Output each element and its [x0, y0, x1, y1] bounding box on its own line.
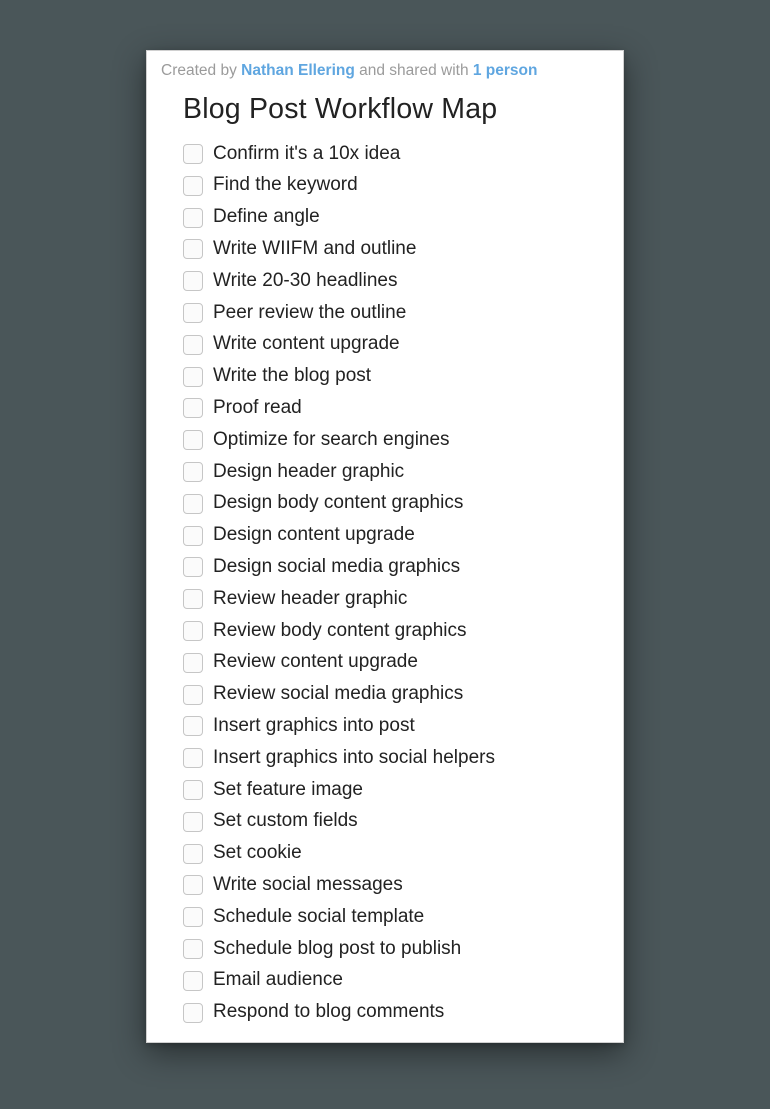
checklist-item-label[interactable]: Insert graphics into social helpers	[213, 747, 495, 770]
checklist-item-label[interactable]: Design header graphic	[213, 461, 404, 484]
checklist-item-label[interactable]: Review header graphic	[213, 588, 407, 611]
checklist-item: Find the keyword	[183, 170, 603, 202]
checkbox[interactable]	[183, 685, 203, 705]
checklist-item: Respond to blog comments	[183, 997, 603, 1029]
checklist-item: Review body content graphics	[183, 615, 603, 647]
checklist: Confirm it's a 10x idea Find the keyword D…	[147, 136, 623, 1028]
checkbox[interactable]	[183, 907, 203, 927]
checklist-item: Schedule blog post to publish	[183, 933, 603, 965]
checklist-item-label[interactable]: Design body content graphics	[213, 492, 463, 515]
checkbox[interactable]	[183, 812, 203, 832]
checklist-item-label[interactable]: Set custom fields	[213, 810, 358, 833]
checklist-item: Write the blog post	[183, 361, 603, 393]
checklist-item: Review social media graphics	[183, 679, 603, 711]
checkbox[interactable]	[183, 589, 203, 609]
checklist-item: Review header graphic	[183, 583, 603, 615]
checklist-item-label[interactable]: Write the blog post	[213, 365, 371, 388]
checkbox[interactable]	[183, 144, 203, 164]
checkbox[interactable]	[183, 1003, 203, 1023]
checklist-item-label[interactable]: Review body content graphics	[213, 620, 466, 643]
sharing-meta: Created by Nathan Ellering and shared wi…	[147, 51, 623, 87]
checklist-item: Design content upgrade	[183, 520, 603, 552]
checklist-item: Set cookie	[183, 838, 603, 870]
checklist-item-label[interactable]: Respond to blog comments	[213, 1001, 444, 1024]
checkbox[interactable]	[183, 526, 203, 546]
checklist-item-label[interactable]: Review content upgrade	[213, 651, 418, 674]
checkbox[interactable]	[183, 780, 203, 800]
checklist-item-label[interactable]: Design social media graphics	[213, 556, 460, 579]
checklist-item: Set custom fields	[183, 806, 603, 838]
meta-middle: and shared with	[355, 62, 473, 79]
checklist-item: Optimize for search engines	[183, 424, 603, 456]
checklist-item: Design social media graphics	[183, 552, 603, 584]
checklist-item: Write 20-30 headlines	[183, 265, 603, 297]
checklist-item-label[interactable]: Peer review the outline	[213, 302, 406, 325]
checklist-item-label[interactable]: Set cookie	[213, 842, 302, 865]
checklist-item: Email audience	[183, 965, 603, 997]
checkbox[interactable]	[183, 176, 203, 196]
checklist-item-label[interactable]: Write social messages	[213, 874, 403, 897]
checkbox[interactable]	[183, 875, 203, 895]
checklist-item: Review content upgrade	[183, 647, 603, 679]
checklist-item-label[interactable]: Optimize for search engines	[213, 429, 450, 452]
checkbox[interactable]	[183, 462, 203, 482]
checklist-item-label[interactable]: Email audience	[213, 969, 343, 992]
checklist-item: Design body content graphics	[183, 488, 603, 520]
checklist-item: Insert graphics into post	[183, 710, 603, 742]
checkbox[interactable]	[183, 430, 203, 450]
checklist-item-label[interactable]: Write WIIFM and outline	[213, 238, 416, 261]
checklist-item: Define angle	[183, 202, 603, 234]
checklist-item-label[interactable]: Set feature image	[213, 779, 363, 802]
checklist-item: Design header graphic	[183, 456, 603, 488]
checkbox[interactable]	[183, 303, 203, 323]
note-title[interactable]: Blog Post Workflow Map	[147, 87, 623, 136]
checklist-item-label[interactable]: Write content upgrade	[213, 333, 400, 356]
author-link[interactable]: Nathan Ellering	[241, 62, 355, 79]
checkbox[interactable]	[183, 398, 203, 418]
checkbox[interactable]	[183, 748, 203, 768]
checklist-item: Proof read	[183, 393, 603, 425]
checklist-item-label[interactable]: Review social media graphics	[213, 683, 463, 706]
checklist-item-label[interactable]: Proof read	[213, 397, 302, 420]
checkbox[interactable]	[183, 971, 203, 991]
checklist-item-label[interactable]: Find the keyword	[213, 174, 358, 197]
checkbox[interactable]	[183, 557, 203, 577]
checkbox[interactable]	[183, 208, 203, 228]
checklist-item: Write WIIFM and outline	[183, 234, 603, 266]
checkbox[interactable]	[183, 653, 203, 673]
checklist-item-label[interactable]: Define angle	[213, 206, 320, 229]
checklist-item: Schedule social template	[183, 901, 603, 933]
checkbox[interactable]	[183, 716, 203, 736]
checkbox[interactable]	[183, 939, 203, 959]
note-card: Created by Nathan Ellering and shared wi…	[146, 50, 624, 1043]
checkbox[interactable]	[183, 844, 203, 864]
checklist-item: Insert graphics into social helpers	[183, 742, 603, 774]
checkbox[interactable]	[183, 621, 203, 641]
shared-with-link[interactable]: 1 person	[473, 62, 538, 79]
checkbox[interactable]	[183, 335, 203, 355]
checklist-item-label[interactable]: Write 20-30 headlines	[213, 270, 397, 293]
checkbox[interactable]	[183, 494, 203, 514]
checklist-item: Write content upgrade	[183, 329, 603, 361]
checklist-item-label[interactable]: Schedule social template	[213, 906, 424, 929]
meta-prefix: Created by	[161, 62, 241, 79]
checkbox[interactable]	[183, 367, 203, 387]
checklist-item: Set feature image	[183, 774, 603, 806]
checkbox[interactable]	[183, 271, 203, 291]
checklist-item: Write social messages	[183, 869, 603, 901]
checklist-item: Peer review the outline	[183, 297, 603, 329]
checklist-item-label[interactable]: Confirm it's a 10x idea	[213, 143, 400, 166]
checklist-item-label[interactable]: Insert graphics into post	[213, 715, 415, 738]
checklist-item-label[interactable]: Schedule blog post to publish	[213, 938, 461, 961]
checklist-item-label[interactable]: Design content upgrade	[213, 524, 415, 547]
checklist-item: Confirm it's a 10x idea	[183, 138, 603, 170]
checkbox[interactable]	[183, 239, 203, 259]
